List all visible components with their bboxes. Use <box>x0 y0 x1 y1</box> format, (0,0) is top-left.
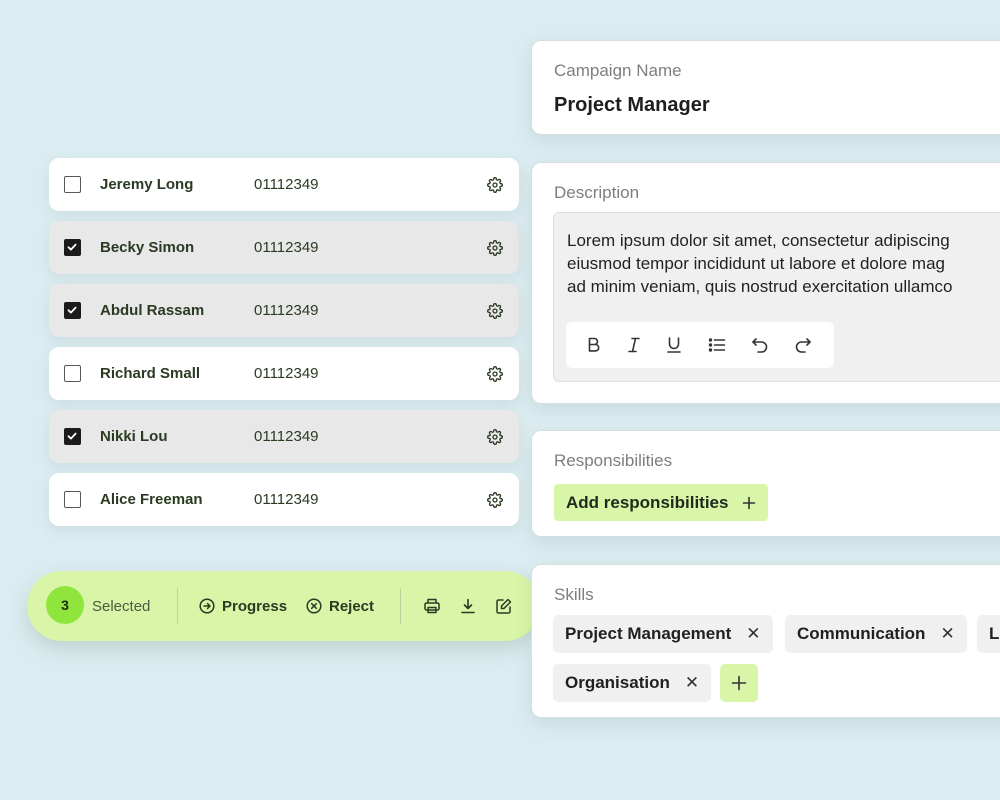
candidate-row[interactable]: Richard Small 01112349 <box>49 347 519 400</box>
campaign-name-panel: Campaign Name Project Manager <box>531 40 1000 135</box>
progress-label: Progress <box>222 597 288 615</box>
row-checkbox[interactable] <box>64 302 81 319</box>
row-checkbox[interactable] <box>64 239 81 256</box>
gear-icon[interactable] <box>487 177 503 198</box>
candidate-phone: 01112349 <box>254 302 319 319</box>
divider <box>400 588 401 624</box>
candidate-name: Nikki Lou <box>100 428 168 445</box>
reject-button[interactable]: Reject <box>306 595 374 617</box>
close-icon[interactable]: ✕ <box>746 624 760 644</box>
gear-icon[interactable] <box>487 303 503 324</box>
candidate-name: Abdul Rassam <box>100 302 205 319</box>
italic-icon[interactable] <box>624 335 644 360</box>
bulk-action-bar: 3 Selected Progress Reject <box>27 571 540 641</box>
candidate-name: Jeremy Long <box>100 176 194 193</box>
bold-icon[interactable] <box>584 335 604 360</box>
candidate-phone: 01112349 <box>254 176 319 193</box>
gear-icon[interactable] <box>487 492 503 513</box>
candidate-phone: 01112349 <box>254 491 319 508</box>
skills-panel: Skills Project Management ✕ Communicatio… <box>531 564 1000 718</box>
row-checkbox[interactable] <box>64 365 81 382</box>
print-icon[interactable] <box>423 597 441 620</box>
progress-button[interactable]: Progress <box>199 595 287 617</box>
description-label: Description <box>554 183 640 202</box>
description-line: Lorem ipsum dolor sit amet, consectetur … <box>567 231 950 250</box>
underline-icon[interactable] <box>664 335 684 360</box>
close-icon[interactable]: ✕ <box>940 624 954 644</box>
redo-icon[interactable] <box>793 335 813 360</box>
skill-chip: Organisation ✕ <box>553 664 712 702</box>
candidate-row[interactable]: Alice Freeman 01112349 <box>49 473 519 526</box>
arrow-circle-right-icon <box>199 598 215 614</box>
skill-chip-label: Communication <box>797 624 926 643</box>
candidate-row[interactable]: Nikki Lou 01112349 <box>49 410 519 463</box>
candidate-name: Becky Simon <box>100 239 195 256</box>
divider <box>177 588 178 624</box>
close-icon[interactable]: ✕ <box>685 673 699 693</box>
candidate-name: Richard Small <box>100 365 201 382</box>
candidate-name: Alice Freeman <box>100 491 203 508</box>
gear-icon[interactable] <box>487 240 503 261</box>
reject-label: Reject <box>329 597 375 615</box>
candidate-list: Jeremy Long 01112349 Becky Simon 0111234… <box>49 158 519 536</box>
candidate-row[interactable]: Jeremy Long 01112349 <box>49 158 519 211</box>
description-line: ad minim veniam, quis nostrud exercitati… <box>567 277 953 296</box>
undo-icon[interactable] <box>750 335 770 360</box>
candidate-row[interactable]: Abdul Rassam 01112349 <box>49 284 519 337</box>
plus-icon <box>743 496 756 509</box>
candidate-phone: 01112349 <box>254 428 319 445</box>
selected-count-badge: 3 <box>46 586 84 624</box>
description-text: Lorem ipsum dolor sit amet, consectetur … <box>567 229 1000 298</box>
add-skill-button[interactable] <box>720 664 758 702</box>
candidate-phone: 01112349 <box>254 239 319 256</box>
skills-label: Skills <box>554 585 594 604</box>
skill-chip: Le <box>977 615 1000 653</box>
description-panel: Description Lorem ipsum dolor sit amet, … <box>531 162 1000 404</box>
edit-icon[interactable] <box>495 597 513 620</box>
add-responsibilities-label: Add responsibilities <box>566 492 729 512</box>
formatting-toolbar <box>566 322 834 368</box>
selected-label: Selected <box>92 598 151 615</box>
add-responsibilities-button[interactable]: Add responsibilities <box>554 484 769 521</box>
skill-chip-label: Le <box>989 624 1000 643</box>
candidate-row[interactable]: Becky Simon 01112349 <box>49 221 519 274</box>
list-icon[interactable] <box>707 335 727 360</box>
candidate-phone: 01112349 <box>254 365 319 382</box>
row-checkbox[interactable] <box>64 491 81 508</box>
row-checkbox[interactable] <box>64 176 81 193</box>
campaign-name-label: Campaign Name <box>554 61 682 80</box>
responsibilities-label: Responsibilities <box>554 451 673 470</box>
gear-icon[interactable] <box>487 366 503 387</box>
download-icon[interactable] <box>459 597 477 620</box>
gear-icon[interactable] <box>487 429 503 450</box>
skill-chip-label: Project Management <box>565 624 732 643</box>
campaign-name-field[interactable]: Project Manager <box>554 94 710 117</box>
skill-chip: Communication ✕ <box>785 615 967 653</box>
plus-icon <box>731 675 747 691</box>
skill-chip: Project Management ✕ <box>553 615 773 653</box>
row-checkbox[interactable] <box>64 428 81 445</box>
description-line: eiusmod tempor incididunt ut labore et d… <box>567 254 945 273</box>
description-textarea[interactable]: Lorem ipsum dolor sit amet, consectetur … <box>553 212 1000 382</box>
responsibilities-panel: Responsibilities Add responsibilities <box>531 430 1000 537</box>
skill-chip-label: Organisation <box>565 673 670 692</box>
x-circle-icon <box>306 598 322 614</box>
